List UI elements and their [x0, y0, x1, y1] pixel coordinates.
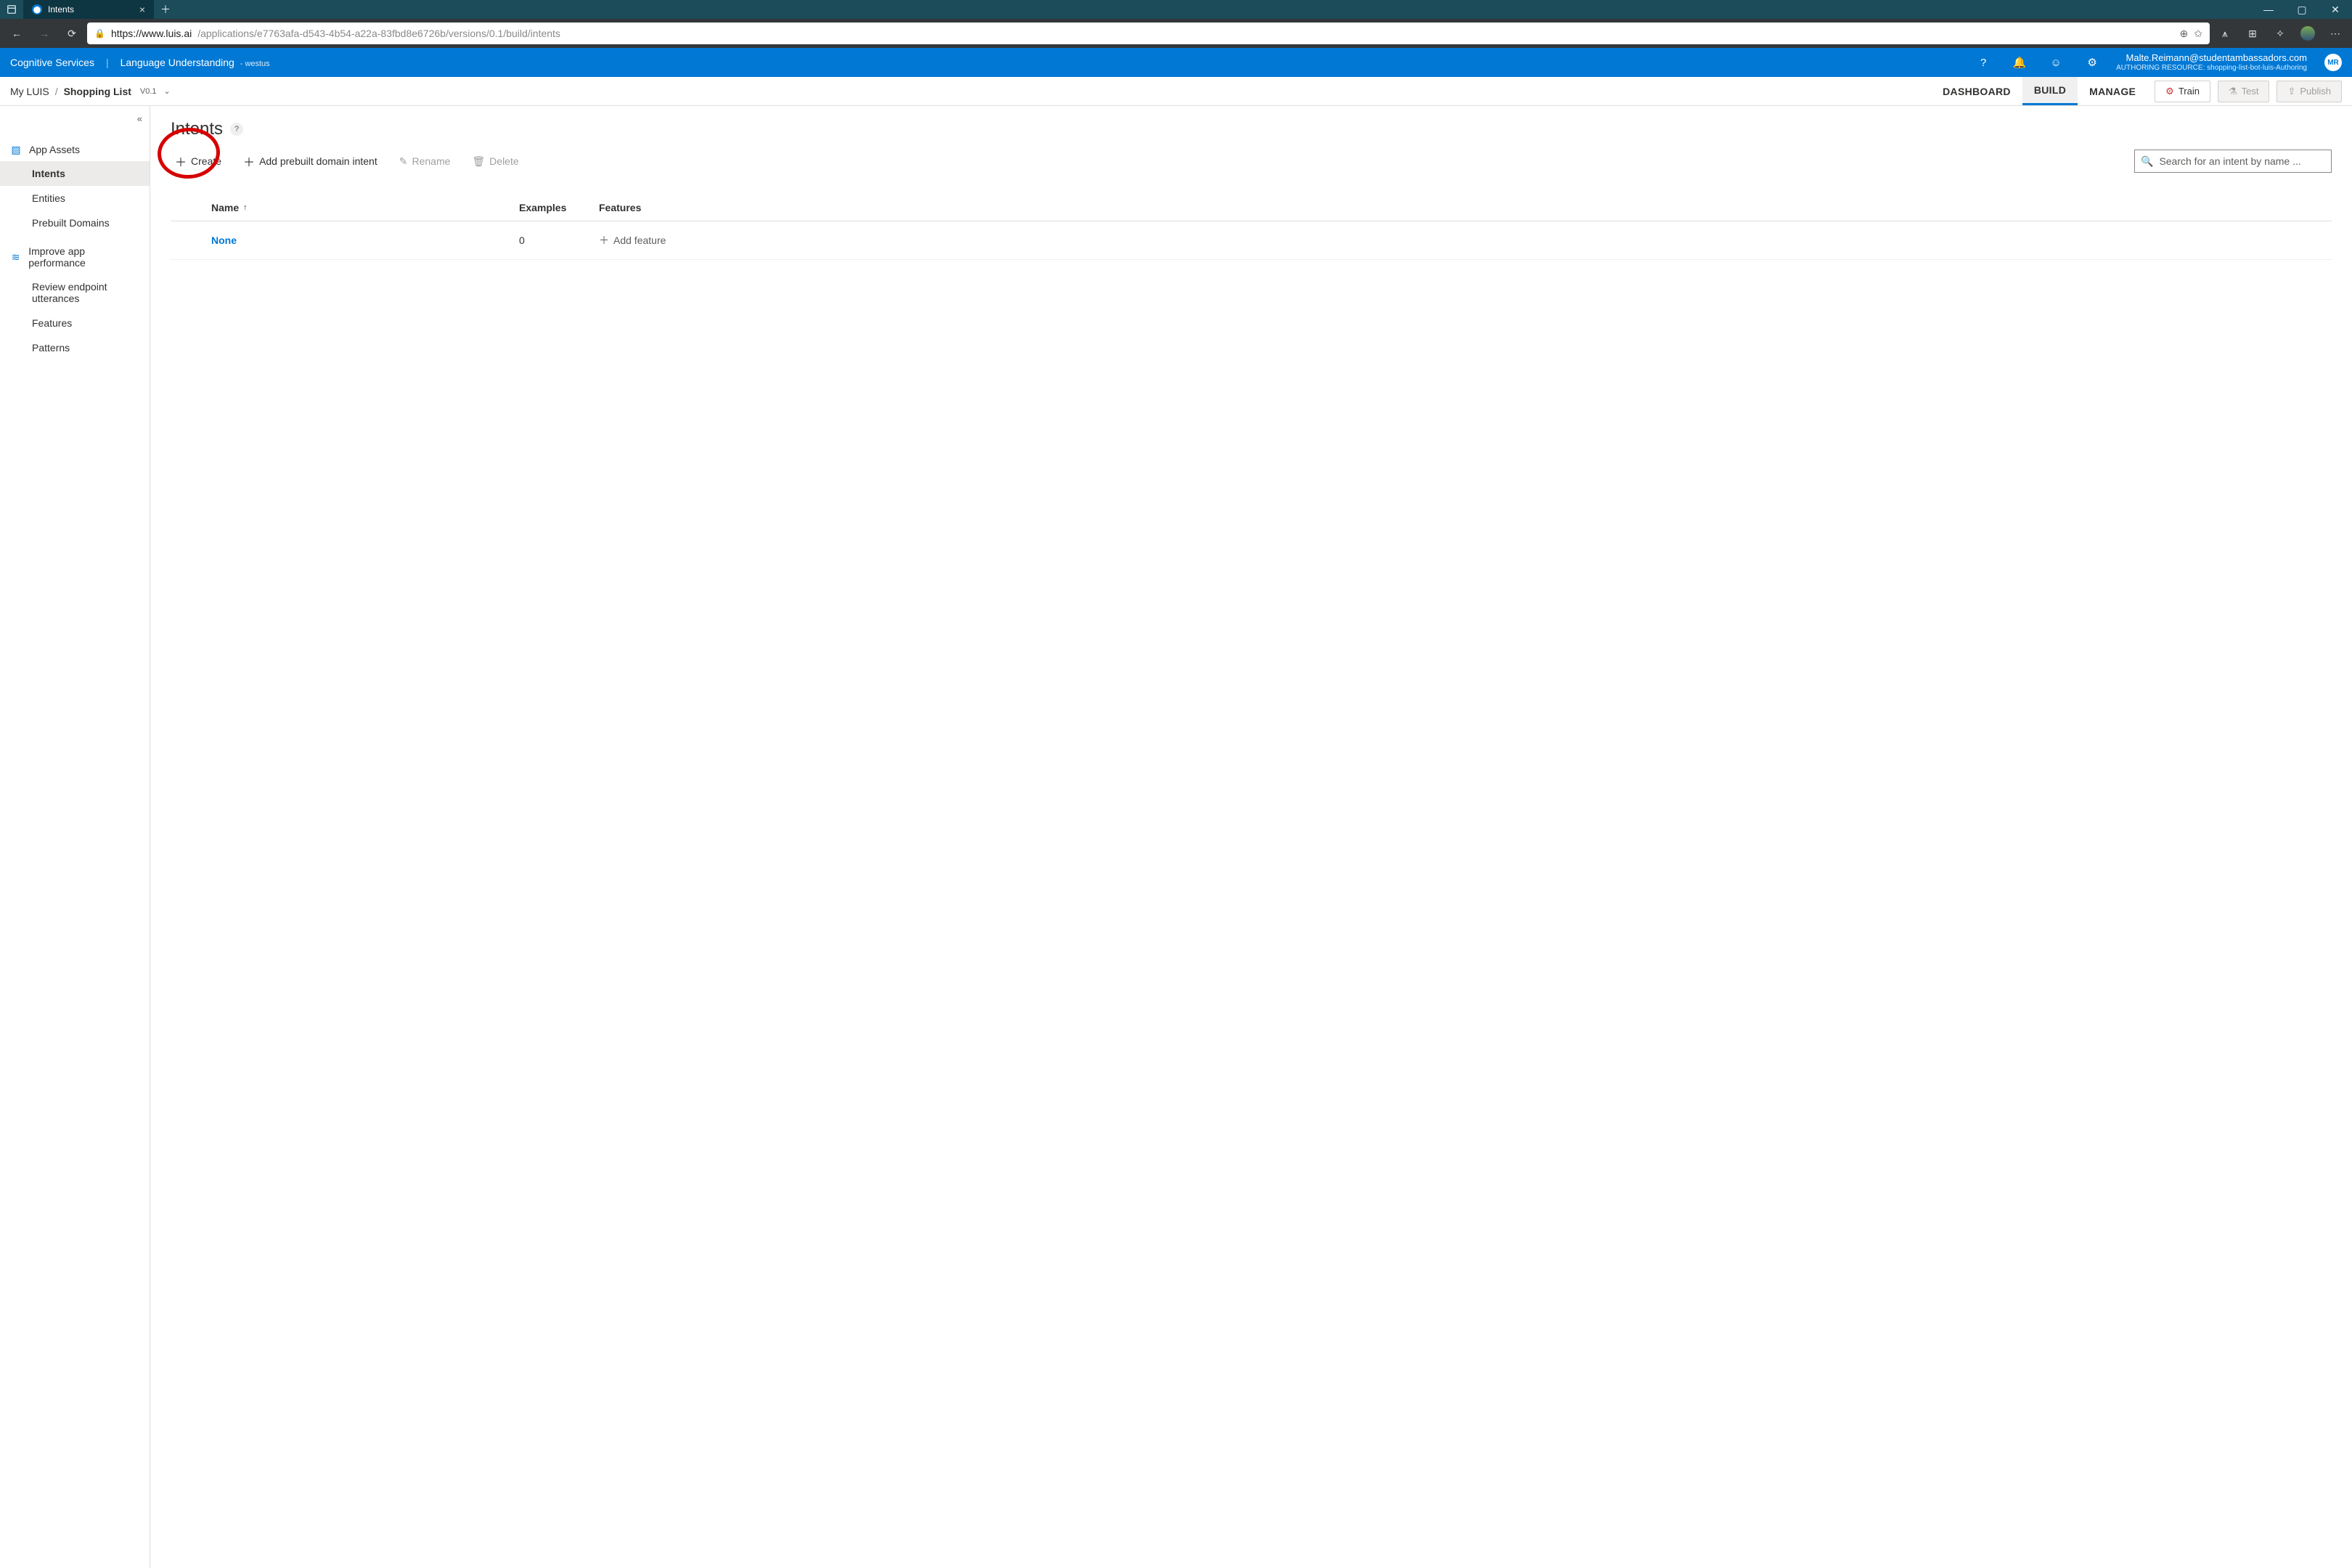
titlebar-spacer	[177, 0, 2252, 19]
app-assets-icon: ▧	[10, 144, 22, 155]
nav-refresh-button[interactable]: ⟳	[60, 21, 84, 46]
favorite-icon[interactable]: ✩	[2194, 28, 2202, 40]
sidebar-item-entities[interactable]: Entities	[0, 186, 150, 211]
improve-icon: ≋	[10, 251, 21, 263]
browser-menu-button[interactable]: ⋯	[2323, 21, 2348, 46]
user-account-block[interactable]: Malte.Reimann@studentambassadors.com AUT…	[2116, 53, 2307, 72]
favorites-bar-icon[interactable]: ⩚	[2213, 21, 2237, 46]
service-name[interactable]: Cognitive Services	[10, 57, 94, 68]
zoom-icon[interactable]: ⊕	[2180, 28, 2189, 40]
product-name[interactable]: Language Understanding - westus	[121, 57, 270, 68]
url-host: https://www.luis.ai	[111, 28, 192, 39]
authoring-resource: AUTHORING RESOURCE: shopping-list-bot-lu…	[2116, 64, 2307, 73]
azure-header: Cognitive Services | Language Understand…	[0, 48, 2352, 77]
breadcrumb: My LUIS / Shopping List V0.1 ⌄	[10, 86, 171, 97]
publish-button[interactable]: ⇪ Publish	[2277, 81, 2342, 102]
plus-icon: ＋	[243, 152, 255, 170]
train-icon: ⚙	[2165, 86, 2174, 97]
app-bar: My LUIS / Shopping List V0.1 ⌄ DASHBOARD…	[0, 77, 2352, 106]
luis-favicon: ⬤	[32, 4, 42, 15]
profile-button[interactable]	[2295, 21, 2320, 46]
sidebar-group-improve[interactable]: ≋ Improve app performance	[0, 240, 150, 274]
rename-icon: ✎	[399, 155, 408, 168]
plus-icon: ＋	[175, 152, 187, 170]
test-icon: ⚗	[2229, 86, 2237, 97]
intent-link[interactable]: None	[211, 234, 237, 246]
help-icon[interactable]: ?	[1971, 50, 1996, 75]
sidebar-item-intents[interactable]: Intents	[0, 161, 150, 186]
notifications-icon[interactable]: 🔔	[2007, 50, 2032, 75]
page-help-icon[interactable]: ?	[230, 123, 243, 136]
url-path: /applications/e7763afa-d543-4b54-a22a-83…	[197, 28, 560, 39]
breadcrumb-root[interactable]: My LUIS	[10, 86, 49, 97]
window-minimize-button[interactable]: —	[2252, 0, 2285, 19]
page-toolbar: ＋ Create ＋ Add prebuilt domain intent ✎ …	[171, 150, 2332, 173]
sidebar-collapse-icon[interactable]: «	[137, 113, 142, 124]
sidebar-item-features[interactable]: Features	[0, 311, 150, 335]
window-maximize-button[interactable]: ▢	[2285, 0, 2319, 19]
user-email: Malte.Reimann@studentambassadors.com	[2126, 53, 2307, 64]
collections-icon[interactable]: ⊞	[2240, 21, 2265, 46]
header-divider: |	[106, 57, 109, 68]
browser-address-bar: ← → ⟳ 🔒 https://www.luis.ai/applications…	[0, 19, 2352, 48]
breadcrumb-version: V0.1	[140, 87, 157, 96]
browser-tablist: ⬤ Intents ×	[23, 0, 154, 19]
examples-count: 0	[519, 234, 599, 246]
main-content: Intents ? ＋ Create ＋ Add prebuilt domain…	[150, 106, 2352, 1568]
sidebar: « ▧ App Assets Intents Entities Prebuilt…	[0, 106, 150, 1568]
test-button[interactable]: ⚗ Test	[2218, 81, 2270, 102]
add-feature-button[interactable]: ＋ Add feature	[599, 233, 2332, 248]
column-examples[interactable]: Examples	[519, 202, 599, 213]
tab-dashboard[interactable]: DASHBOARD	[1931, 77, 2022, 105]
window-close-button[interactable]: ✕	[2319, 0, 2352, 19]
table-header: Name ↑ Examples Features	[171, 195, 2332, 221]
publish-icon: ⇪	[2287, 86, 2295, 97]
new-tab-button[interactable]: ＋	[154, 0, 177, 19]
tab-close-icon[interactable]: ×	[139, 4, 145, 15]
page-title: Intents	[171, 119, 223, 139]
nav-back-button[interactable]: ←	[4, 21, 29, 46]
sort-asc-icon: ↑	[243, 203, 248, 212]
nav-forward-button[interactable]: →	[32, 21, 57, 46]
table-row: None 0 ＋ Add feature	[171, 221, 2332, 260]
tab-actions-icon[interactable]	[0, 0, 23, 19]
search-input[interactable]: 🔍 Search for an intent by name ...	[2134, 150, 2332, 173]
search-placeholder: Search for an intent by name ...	[2159, 155, 2300, 167]
sidebar-item-patterns[interactable]: Patterns	[0, 335, 150, 360]
breadcrumb-current[interactable]: Shopping List	[64, 86, 131, 97]
tab-manage[interactable]: MANAGE	[2078, 77, 2147, 105]
tab-title: Intents	[48, 4, 74, 15]
intents-table: Name ↑ Examples Features None 0 ＋ Add fe…	[171, 195, 2332, 260]
browser-tab[interactable]: ⬤ Intents ×	[23, 0, 154, 19]
create-button[interactable]: ＋ Create	[171, 150, 226, 173]
version-dropdown-icon[interactable]: ⌄	[164, 86, 171, 96]
sidebar-item-prebuilt-domains[interactable]: Prebuilt Domains	[0, 211, 150, 235]
search-icon: 🔍	[2141, 155, 2153, 168]
avatar[interactable]: MR	[2324, 54, 2342, 71]
lock-icon: 🔒	[94, 28, 105, 38]
column-features[interactable]: Features	[599, 202, 2332, 213]
url-box[interactable]: 🔒 https://www.luis.ai/applications/e7763…	[87, 23, 2210, 44]
feedback-icon[interactable]: ☺	[2043, 50, 2068, 75]
browser-titlebar: ⬤ Intents × ＋ — ▢ ✕	[0, 0, 2352, 19]
plus-icon: ＋	[599, 233, 609, 248]
rename-button[interactable]: ✎ Rename	[395, 152, 455, 171]
top-tabs: DASHBOARD BUILD MANAGE	[1931, 77, 2147, 105]
settings-icon[interactable]: ⚙	[2080, 50, 2104, 75]
tab-build[interactable]: BUILD	[2022, 77, 2078, 105]
add-prebuilt-button[interactable]: ＋ Add prebuilt domain intent	[239, 150, 382, 173]
breadcrumb-separator: /	[55, 86, 58, 97]
sidebar-item-review-utterances[interactable]: Review endpoint utterances	[0, 274, 150, 311]
sidebar-group-app-assets[interactable]: ▧ App Assets	[0, 138, 150, 161]
train-button[interactable]: ⚙ Train	[2155, 81, 2210, 102]
delete-button[interactable]: 🗑 Delete	[467, 152, 523, 171]
delete-icon: 🗑	[472, 155, 485, 168]
column-name[interactable]: Name ↑	[171, 202, 519, 213]
extensions-icon[interactable]: ✧	[2268, 21, 2292, 46]
